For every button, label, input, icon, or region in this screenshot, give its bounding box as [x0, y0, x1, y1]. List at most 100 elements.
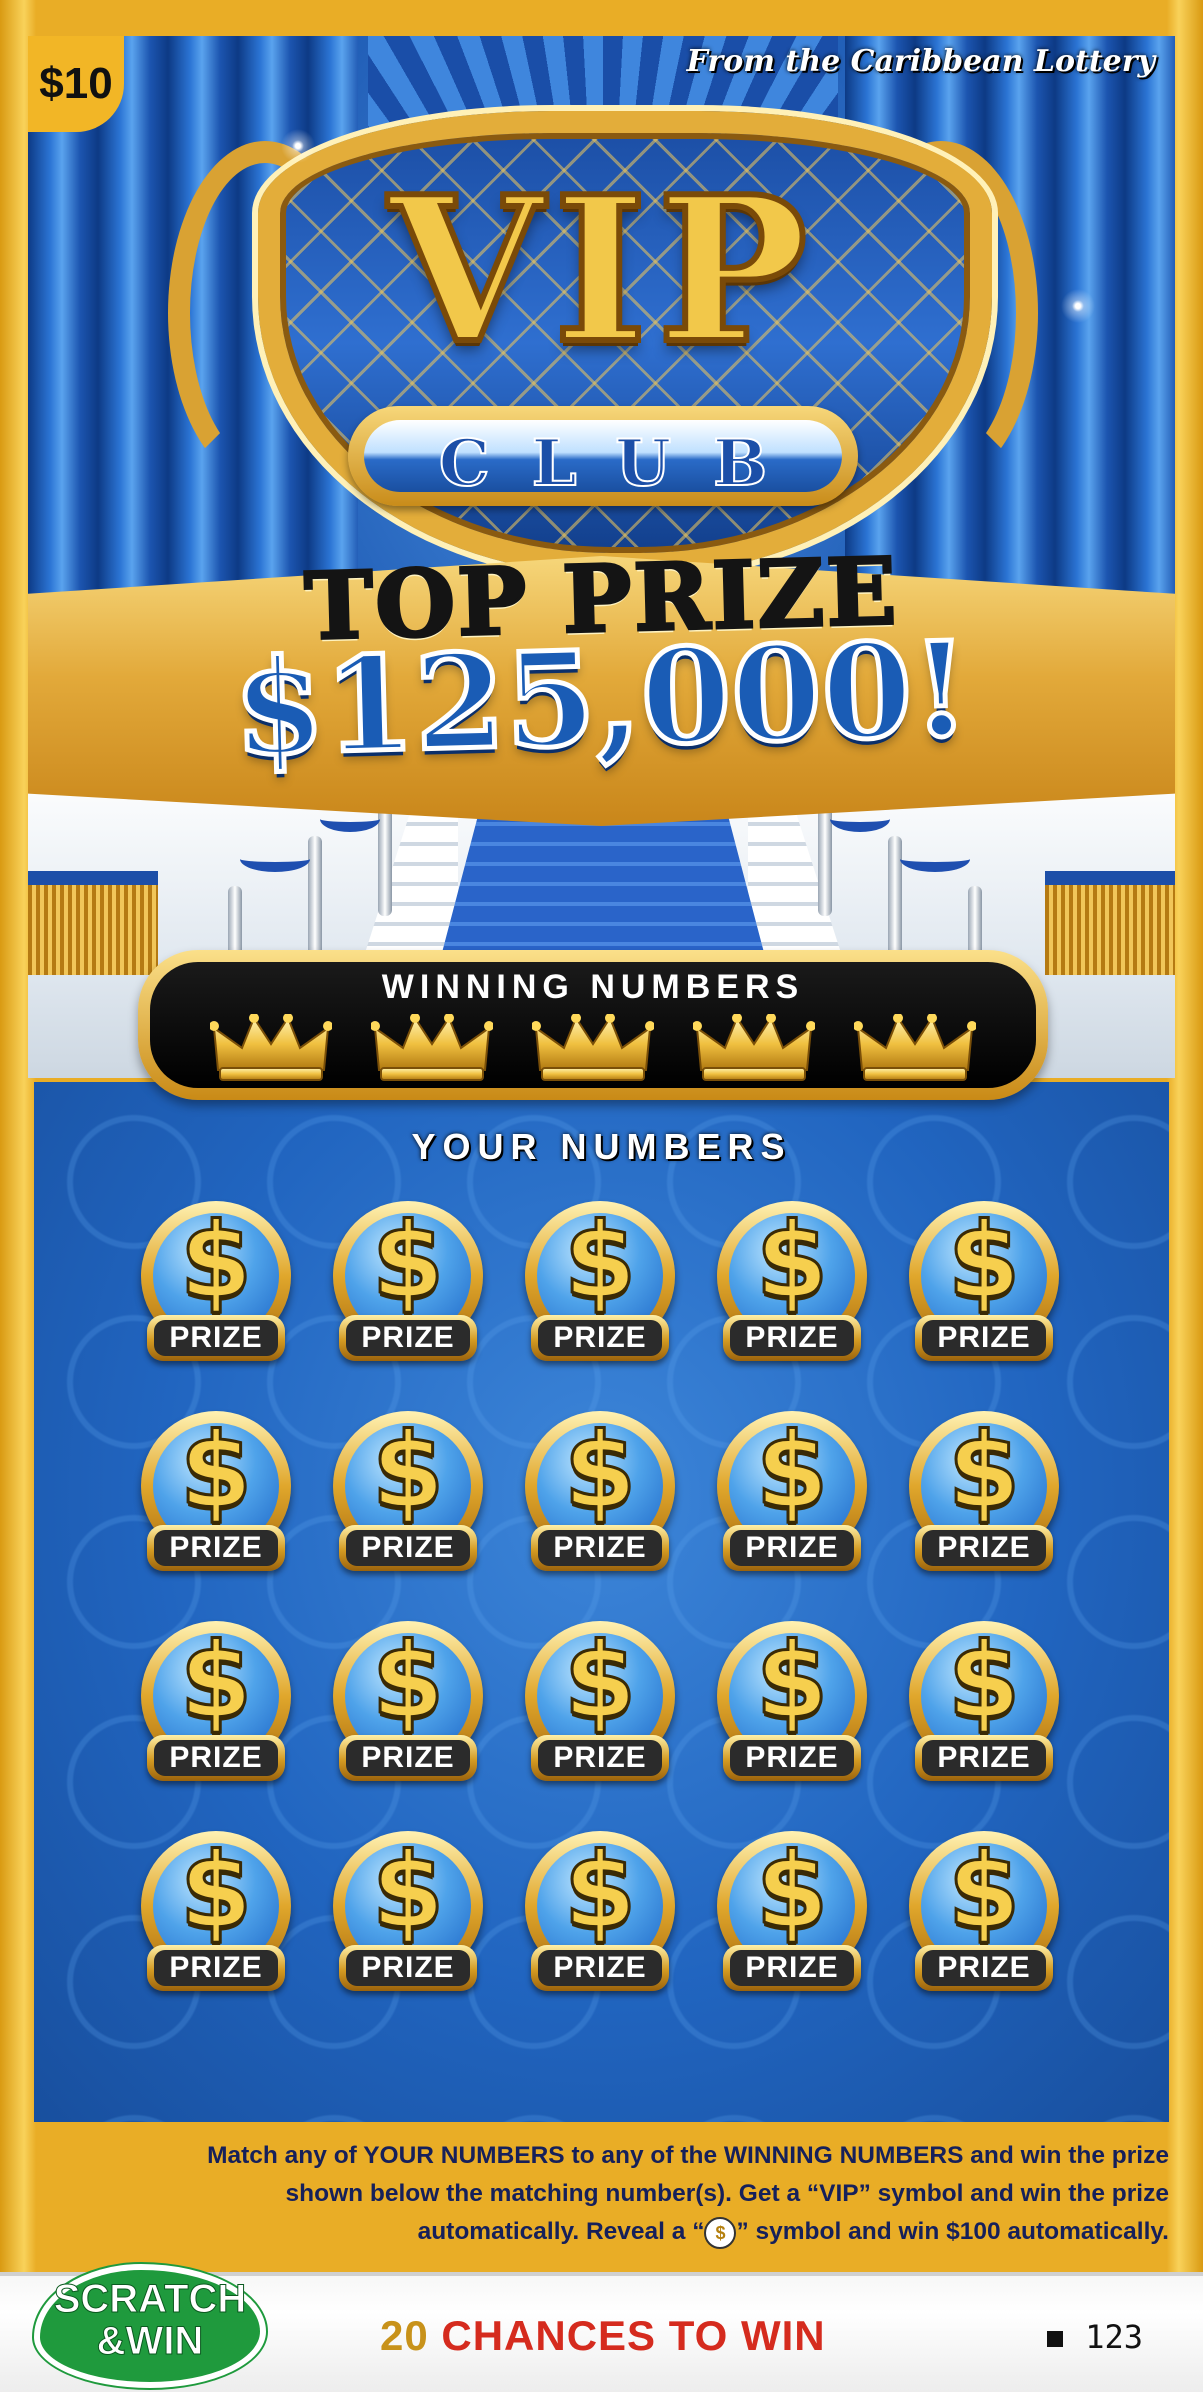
dollar-coin-icon[interactable]: $ PRIZE	[709, 1405, 875, 1587]
dollar-coin-icon[interactable]: $ PRIZE	[517, 1195, 683, 1377]
dollar-symbol: $	[946, 1410, 1021, 1532]
crown-icon[interactable]	[370, 1013, 494, 1084]
dollar-coin-icon[interactable]: $ PRIZE	[517, 1405, 683, 1587]
scratch-spot[interactable]: $ PRIZE	[504, 1615, 696, 1825]
winning-numbers-inner: WINNING NUMBERS	[150, 962, 1036, 1088]
prize-plate: PRIZE	[723, 1315, 861, 1361]
gold-tassel	[1045, 871, 1175, 975]
prize-label: PRIZE	[538, 1530, 662, 1566]
sparkle-icon	[1048, 276, 1108, 336]
ticket-number: 123	[1047, 2318, 1143, 2356]
dollar-symbol: $	[178, 1830, 253, 1952]
scratch-spot[interactable]: $ PRIZE	[504, 1825, 696, 2035]
prize-plate: PRIZE	[147, 1945, 285, 1991]
scratch-spot[interactable]: $ PRIZE	[120, 1825, 312, 2035]
prize-plate: PRIZE	[147, 1315, 285, 1361]
dollar-coin-icon[interactable]: $ PRIZE	[325, 1195, 491, 1377]
scratch-spot[interactable]: $ PRIZE	[312, 1195, 504, 1405]
scratch-spot[interactable]: $ PRIZE	[888, 1405, 1080, 1615]
prize-plate: PRIZE	[339, 1735, 477, 1781]
dollar-coin-icon[interactable]: $ PRIZE	[325, 1405, 491, 1587]
dollar-symbol: $	[370, 1620, 445, 1742]
prize-label: PRIZE	[922, 1530, 1046, 1566]
dollar-coin-icon[interactable]: $ PRIZE	[133, 1195, 299, 1377]
scratch-spot[interactable]: $ PRIZE	[120, 1615, 312, 1825]
game-title: VIP	[385, 153, 818, 388]
prize-label: PRIZE	[154, 1530, 278, 1566]
your-numbers-label: YOUR NUMBERS	[411, 1126, 792, 1167]
logo-text: SCRATCH &WIN	[53, 2277, 247, 2363]
gold-tassel	[28, 871, 158, 975]
prize-plate: PRIZE	[915, 1945, 1053, 1991]
scratch-spot[interactable]: $ PRIZE	[696, 1615, 888, 1825]
crown-icon[interactable]	[209, 1013, 333, 1084]
dollar-coin-icon[interactable]: $ PRIZE	[901, 1615, 1067, 1797]
prize-label: PRIZE	[922, 1950, 1046, 1986]
scratch-spot[interactable]: $ PRIZE	[120, 1405, 312, 1615]
prize-label: PRIZE	[730, 1320, 854, 1356]
dollar-coin-icon[interactable]: $ PRIZE	[517, 1615, 683, 1797]
prize-label: PRIZE	[538, 1740, 662, 1776]
scratch-spot[interactable]: $ PRIZE	[504, 1195, 696, 1405]
dollar-symbol: $	[754, 1410, 829, 1532]
crown-icon[interactable]	[531, 1013, 655, 1084]
scratch-and-win-logo: SCRATCH &WIN	[30, 2262, 270, 2390]
prize-plate: PRIZE	[723, 1525, 861, 1571]
scratch-spot[interactable]: $ PRIZE	[888, 1195, 1080, 1405]
prize-plate: PRIZE	[531, 1525, 669, 1571]
scratch-spot[interactable]: $ PRIZE	[312, 1825, 504, 2035]
scratch-spot[interactable]: $ PRIZE	[120, 1195, 312, 1405]
top-prize-amount: $125,000!	[229, 610, 973, 787]
rope-post	[308, 836, 322, 956]
dollar-coin-icon[interactable]: $ PRIZE	[901, 1195, 1067, 1377]
prize-label: PRIZE	[346, 1950, 470, 1986]
scratch-spot[interactable]: $ PRIZE	[696, 1825, 888, 2035]
scratch-spot[interactable]: $ PRIZE	[696, 1195, 888, 1405]
dollar-coin-icon[interactable]: $ PRIZE	[709, 1825, 875, 2007]
prize-label: PRIZE	[346, 1320, 470, 1356]
dollar-symbol: $	[178, 1410, 253, 1532]
prize-label: PRIZE	[730, 1950, 854, 1986]
rules-line: Match any of YOUR NUMBERS to any of the …	[207, 2142, 1169, 2169]
scratch-spot[interactable]: $ PRIZE	[888, 1825, 1080, 2035]
rules-text: automatically. Reveal a “	[417, 2218, 705, 2245]
publisher-text: From the Caribbean Lottery	[686, 44, 1155, 79]
dollar-coin-icon[interactable]: $ PRIZE	[325, 1615, 491, 1797]
dollar-coin-icon[interactable]: $ PRIZE	[133, 1825, 299, 2007]
prize-plate: PRIZE	[915, 1735, 1053, 1781]
velvet-rope	[900, 846, 970, 872]
rules-line: automatically. Reveal a “$” symbol and w…	[34, 2213, 1169, 2251]
crown-icon[interactable]	[853, 1013, 977, 1084]
scratch-spot[interactable]: $ PRIZE	[312, 1405, 504, 1615]
prize-plate: PRIZE	[339, 1525, 477, 1571]
dollar-coin-icon[interactable]: $ PRIZE	[325, 1825, 491, 2007]
scratch-spot[interactable]: $ PRIZE	[696, 1405, 888, 1615]
scratch-spot[interactable]: $ PRIZE	[312, 1615, 504, 1825]
dollar-coin-icon[interactable]: $ PRIZE	[133, 1615, 299, 1797]
chances-to-win: 20 CHANCES TO WIN	[380, 2312, 826, 2360]
scratch-spot[interactable]: $ PRIZE	[888, 1615, 1080, 1825]
prize-plate: PRIZE	[915, 1525, 1053, 1571]
dollar-symbol: $	[946, 1620, 1021, 1742]
prize-plate: PRIZE	[147, 1735, 285, 1781]
dollar-coin-icon[interactable]: $ PRIZE	[709, 1615, 875, 1797]
rules-text: ” symbol and win $100 automatically.	[736, 2218, 1169, 2245]
prize-label: PRIZE	[346, 1530, 470, 1566]
scratch-spot[interactable]: $ PRIZE	[504, 1405, 696, 1615]
sparkle-icon	[268, 116, 328, 176]
dollar-symbol: $	[178, 1620, 253, 1742]
dollar-symbol: $	[178, 1200, 253, 1322]
dollar-symbol: $	[562, 1620, 637, 1742]
dollar-coin-icon[interactable]: $ PRIZE	[901, 1405, 1067, 1587]
prize-label: PRIZE	[538, 1950, 662, 1986]
dollar-symbol: $	[370, 1200, 445, 1322]
prize-label: PRIZE	[346, 1740, 470, 1776]
dollar-coin-icon[interactable]: $ PRIZE	[517, 1825, 683, 2007]
crown-icon[interactable]	[692, 1013, 816, 1084]
dollar-symbol: $	[370, 1830, 445, 1952]
prize-plate: PRIZE	[531, 1315, 669, 1361]
dollar-coin-icon[interactable]: $ PRIZE	[133, 1405, 299, 1587]
game-rules: Match any of YOUR NUMBERS to any of the …	[34, 2137, 1169, 2267]
dollar-coin-icon[interactable]: $ PRIZE	[901, 1825, 1067, 2007]
dollar-coin-icon[interactable]: $ PRIZE	[709, 1195, 875, 1377]
